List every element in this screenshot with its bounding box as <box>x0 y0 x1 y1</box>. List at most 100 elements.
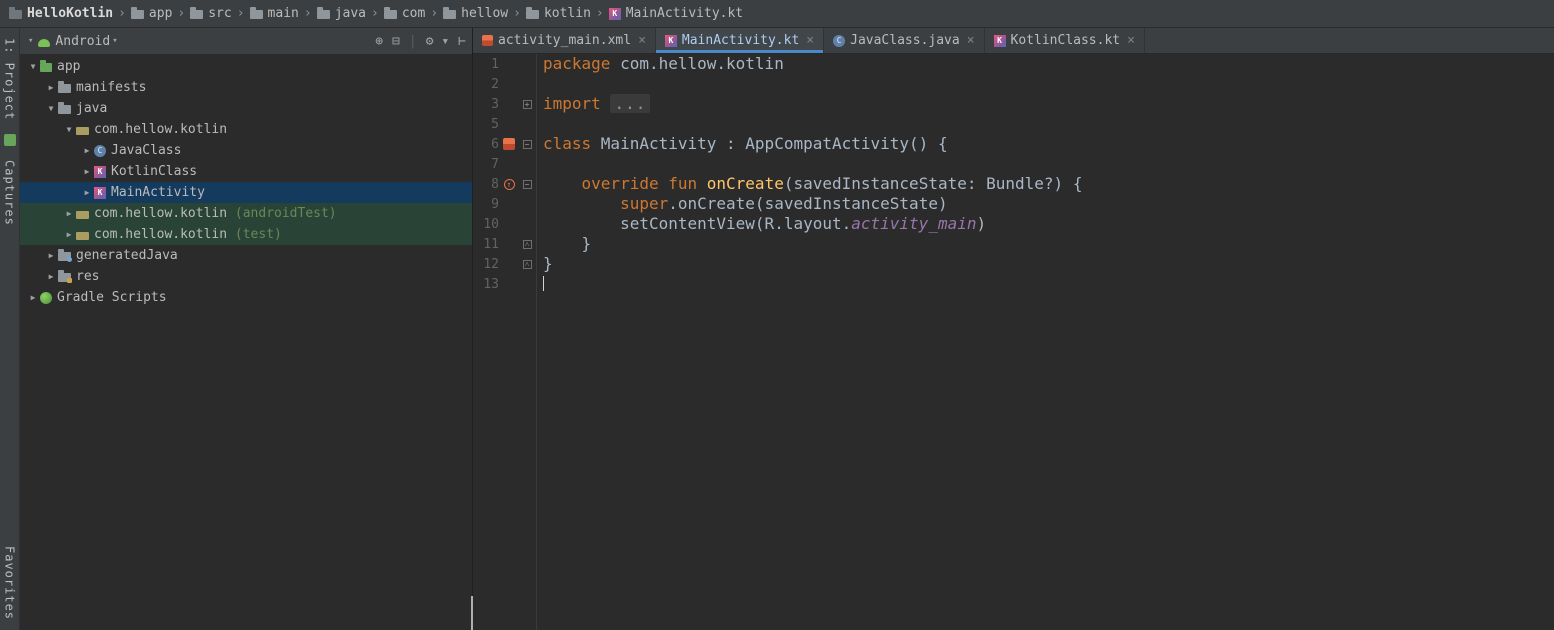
code-line-5[interactable] <box>543 114 1554 134</box>
fold-plus-icon[interactable]: + <box>522 99 532 109</box>
hide-button[interactable]: ⊢ <box>458 34 466 49</box>
tree-item-java[interactable]: ▼ java <box>20 98 472 119</box>
settings-button[interactable]: ⚙ ▾ <box>426 34 449 49</box>
code-token: } <box>543 254 553 273</box>
tool-window-stripe: 1: Project Captures Favorites <box>0 28 20 630</box>
tab-label: activity_main.xml <box>498 33 632 48</box>
breadcrumb-separator: › <box>371 6 379 21</box>
chevron-expanded-icon[interactable]: ▼ <box>62 125 76 134</box>
tree-item-manifests[interactable]: ▶ manifests <box>20 77 472 98</box>
captures-tool-icon <box>3 134 16 147</box>
fold-slot: + <box>519 99 535 109</box>
tab-javaclass-java[interactable]: C JavaClass.java × <box>824 28 985 53</box>
code-line-2[interactable] <box>543 74 1554 94</box>
tree-item-javaclass[interactable]: ▶ C JavaClass <box>20 140 472 161</box>
breadcrumb-item-src[interactable]: src <box>187 6 234 21</box>
code-pane[interactable]: package com.hellow.kotlin import ... class… <box>537 54 1554 630</box>
code-line-9[interactable]: super.onCreate(savedInstanceState) <box>543 194 1554 214</box>
splitter-grip[interactable] <box>471 596 473 630</box>
code-line-13[interactable] <box>543 274 1554 294</box>
fold-end-icon[interactable]: ˄ <box>522 239 532 249</box>
breadcrumb-label: HelloKotlin <box>27 6 114 21</box>
editor-area: activity_main.xml × K MainActivity.kt × C Java… <box>473 28 1554 630</box>
chevron-collapsed-icon[interactable]: ▶ <box>80 167 94 176</box>
breadcrumb-separator: › <box>177 6 186 21</box>
fold-end-icon[interactable]: ˄ <box>522 259 532 269</box>
code-line-3[interactable]: import ... <box>543 94 1554 114</box>
tree-item-label: com.hellow.kotlin <box>94 206 228 221</box>
breadcrumb-separator: › <box>595 6 604 21</box>
view-selector[interactable]: Android <box>55 34 110 49</box>
chevron-collapsed-icon[interactable]: ▶ <box>62 209 76 218</box>
close-tab-icon[interactable]: × <box>1127 33 1135 48</box>
breadcrumb-item-app[interactable]: app <box>128 6 175 21</box>
collapse-all-button[interactable]: ⊟ <box>392 34 400 49</box>
breadcrumb-item-com[interactable]: com <box>381 6 428 21</box>
project-panel: ▾ Android ▾ ⊕ ⊟ | ⚙ ▾ ⊢ ▼ app ▶ manifests ▼ java ▼… <box>20 28 473 630</box>
chevron-expanded-icon[interactable]: ▼ <box>44 104 58 113</box>
chevron-collapsed-icon[interactable]: ▶ <box>80 146 94 155</box>
gutter-row: 10 <box>475 214 536 234</box>
gutter-icon-slot <box>499 138 519 150</box>
chevron-collapsed-icon[interactable]: ▶ <box>62 230 76 239</box>
fold-minus-icon[interactable]: − <box>522 179 532 189</box>
fold-minus-icon[interactable]: − <box>522 139 532 149</box>
line-number: 7 <box>491 156 499 172</box>
chevron-expanded-icon[interactable]: ▼ <box>26 62 40 71</box>
tree-item-com-hellow-kotlin[interactable]: ▼ com.hellow.kotlin <box>20 119 472 140</box>
tree-item-app[interactable]: ▼ app <box>20 56 472 77</box>
chevron-collapsed-icon[interactable]: ▶ <box>80 188 94 197</box>
breadcrumb-label: kotlin <box>543 6 591 21</box>
code-token: (savedInstanceState: Bundle?) { <box>783 174 1083 193</box>
breadcrumb-label: main <box>267 6 299 21</box>
tool-button-captures[interactable]: Captures <box>3 160 17 226</box>
close-tab-icon[interactable]: × <box>967 33 975 48</box>
chevron-collapsed-icon[interactable]: ▶ <box>26 293 40 302</box>
chevron-down-icon[interactable]: ▾ <box>112 36 117 46</box>
gutter-icon-slot: ↑ <box>499 178 519 190</box>
chevron-collapsed-icon[interactable]: ▶ <box>44 272 58 281</box>
override-method-gutter-icon[interactable]: ↑ <box>503 178 515 190</box>
line-number: 9 <box>491 196 499 212</box>
folder-icon <box>443 7 457 19</box>
breadcrumb-item-hellow[interactable]: hellow <box>440 6 511 21</box>
breadcrumb-item-java[interactable]: java <box>314 6 369 21</box>
breadcrumb-item-mainactivity-kt[interactable]: K MainActivity.kt <box>606 6 746 21</box>
gutter-row: 6− <box>475 134 536 154</box>
tab-kotlinclass-kt[interactable]: K KotlinClass.kt × <box>985 28 1145 53</box>
code-editor[interactable]: 1 2 3 +5 6−7 8 ↑ −9 10 11 ˄ 12 ˄ 13 package com.hello… <box>473 54 1554 630</box>
gutter-row: 12 ˄ <box>475 254 536 274</box>
tab-mainactivity-kt[interactable]: K MainActivity.kt × <box>655 28 825 53</box>
code-line-6[interactable]: class MainActivity : AppCompatActivity()… <box>543 134 1554 154</box>
chevron-collapsed-icon[interactable]: ▶ <box>44 83 58 92</box>
chevron-collapsed-icon[interactable]: ▶ <box>44 251 58 260</box>
tree-item-mainactivity[interactable]: ▶ K MainActivity <box>20 182 472 203</box>
tree-item-com-hellow-kotlin-test[interactable]: ▶ com.hellow.kotlin (test) <box>20 224 472 245</box>
tree-item-generatedjava[interactable]: ▶ generatedJava <box>20 245 472 266</box>
tree-item-com-hellow-kotlin-androidtest[interactable]: ▶ com.hellow.kotlin (androidTest) <box>20 203 472 224</box>
code-line-11[interactable]: } <box>543 234 1554 254</box>
code-line-12[interactable]: } <box>543 254 1554 274</box>
locate-button[interactable]: ⊕ <box>375 34 383 49</box>
tree-item-kotlinclass[interactable]: ▶ K KotlinClass <box>20 161 472 182</box>
code-line-7[interactable] <box>543 154 1554 174</box>
fold-slot: − <box>519 139 535 149</box>
close-tab-icon[interactable]: × <box>806 33 814 48</box>
app-module-icon <box>40 60 52 72</box>
android-activity-gutter-icon[interactable] <box>503 138 515 150</box>
code-line-8[interactable]: override fun onCreate(savedInstanceState… <box>543 174 1554 194</box>
code-line-10[interactable]: setContentView(R.layout.activity_main) <box>543 214 1554 234</box>
tool-button-1-project[interactable]: 1: Project <box>3 38 17 120</box>
tab-activity-main-xml[interactable]: activity_main.xml × <box>473 28 656 53</box>
code-line-1[interactable]: package com.hellow.kotlin <box>543 54 1554 74</box>
tool-button-favorites[interactable]: Favorites <box>3 546 17 620</box>
tree-item-label: KotlinClass <box>111 164 198 179</box>
breadcrumb-item-main[interactable]: main <box>247 6 302 21</box>
close-tab-icon[interactable]: × <box>638 33 646 48</box>
breadcrumb-item-hellokotlin[interactable]: HelloKotlin <box>6 6 116 21</box>
tree-item-res[interactable]: ▶ res <box>20 266 472 287</box>
tree-item-gradle-scripts[interactable]: ▶ Gradle Scripts <box>20 287 472 308</box>
line-number: 5 <box>491 116 499 132</box>
breadcrumb-item-kotlin[interactable]: kotlin <box>523 6 594 21</box>
